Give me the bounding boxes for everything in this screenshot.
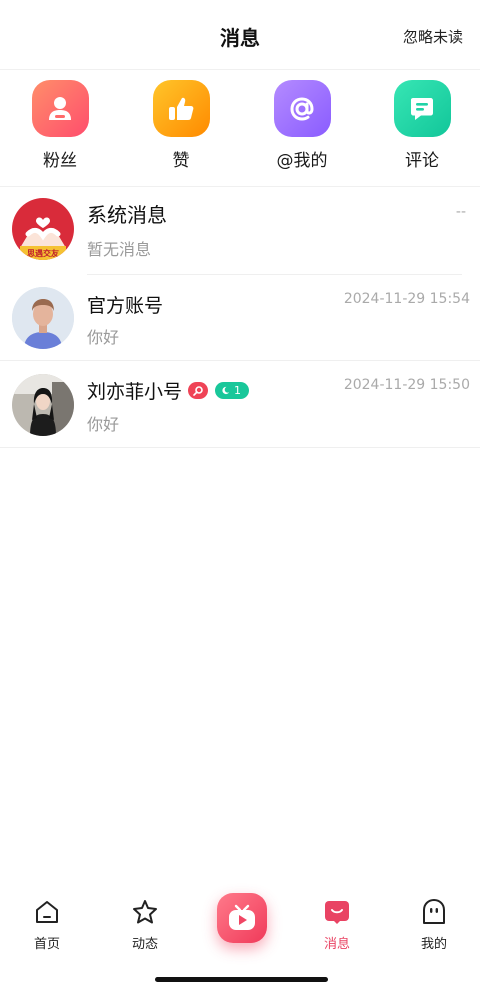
quick-action-mentions[interactable]: @我的 (262, 80, 342, 171)
quick-action-label: @我的 (276, 151, 328, 171)
user-photo-avatar (12, 374, 74, 436)
system-avatar: 思遇交友 (12, 198, 74, 260)
home-indicator (155, 977, 328, 982)
message-time: -- (455, 204, 466, 220)
tab-profile[interactable]: 我的 (399, 898, 469, 952)
message-name: 系统消息 (87, 203, 167, 227)
message-preview: 暂无消息 (87, 240, 152, 259)
comment-icon (393, 80, 451, 137)
at-icon (273, 80, 331, 137)
tab-home[interactable]: 首页 (12, 898, 82, 952)
home-icon (36, 901, 58, 923)
message-preview: 你好 (87, 415, 120, 434)
message-time: 2024-11-29 15:50 (343, 377, 470, 393)
quick-action-label: 粉丝 (43, 151, 77, 171)
message-icon (325, 901, 349, 924)
tab-label: 我的 (420, 937, 447, 952)
quick-action-likes[interactable]: 赞 (141, 80, 221, 171)
message-preview: 你好 (87, 328, 120, 347)
message-name-row: 刘亦菲小号 1 (87, 377, 250, 404)
tab-label: 消息 (323, 937, 350, 952)
quick-actions: 粉丝 赞 @我的 评论 (0, 70, 480, 187)
thumbs-up-icon (152, 80, 210, 137)
header: 消息 忽略未读 (0, 0, 480, 70)
level-badge: 1 (215, 382, 250, 399)
message-row-user[interactable]: 刘亦菲小号 1 你好 2024-11-29 15:50 (0, 361, 480, 448)
quick-action-comments[interactable]: 评论 (382, 80, 462, 171)
level-badge-value: 1 (234, 384, 242, 397)
tab-messages[interactable]: 消息 (302, 898, 372, 952)
center-live-button[interactable] (217, 893, 267, 943)
message-row-official[interactable]: 官方账号 你好 2024-11-29 15:54 (0, 275, 480, 362)
official-avatar (12, 287, 74, 349)
tab-moments[interactable]: 动态 (110, 898, 180, 952)
message-row-system[interactable]: 思遇交友 系统消息 暂无消息 -- (0, 188, 480, 275)
tv-play-icon (229, 904, 255, 930)
ignore-unread-button[interactable]: 忽略未读 (403, 26, 463, 47)
message-name: 官方账号 (87, 295, 164, 317)
avatar-caption: 思遇交友 (27, 248, 59, 258)
message-name: 刘亦菲小号 (87, 381, 183, 403)
quick-action-fans[interactable]: 粉丝 (20, 80, 100, 171)
tab-label: 首页 (33, 937, 60, 952)
person-icon (31, 80, 89, 137)
key-badge-icon (188, 382, 209, 399)
quick-action-label: 赞 (172, 151, 190, 171)
moon-icon (222, 386, 230, 395)
tab-label: 动态 (131, 937, 158, 952)
quick-action-label: 评论 (405, 151, 439, 171)
divider (0, 447, 480, 448)
ghost-icon (423, 899, 445, 924)
star-icon (133, 900, 157, 924)
message-time: 2024-11-29 15:54 (343, 291, 470, 307)
bottom-tab-bar: 首页 动态 消息 我的 (0, 880, 480, 960)
